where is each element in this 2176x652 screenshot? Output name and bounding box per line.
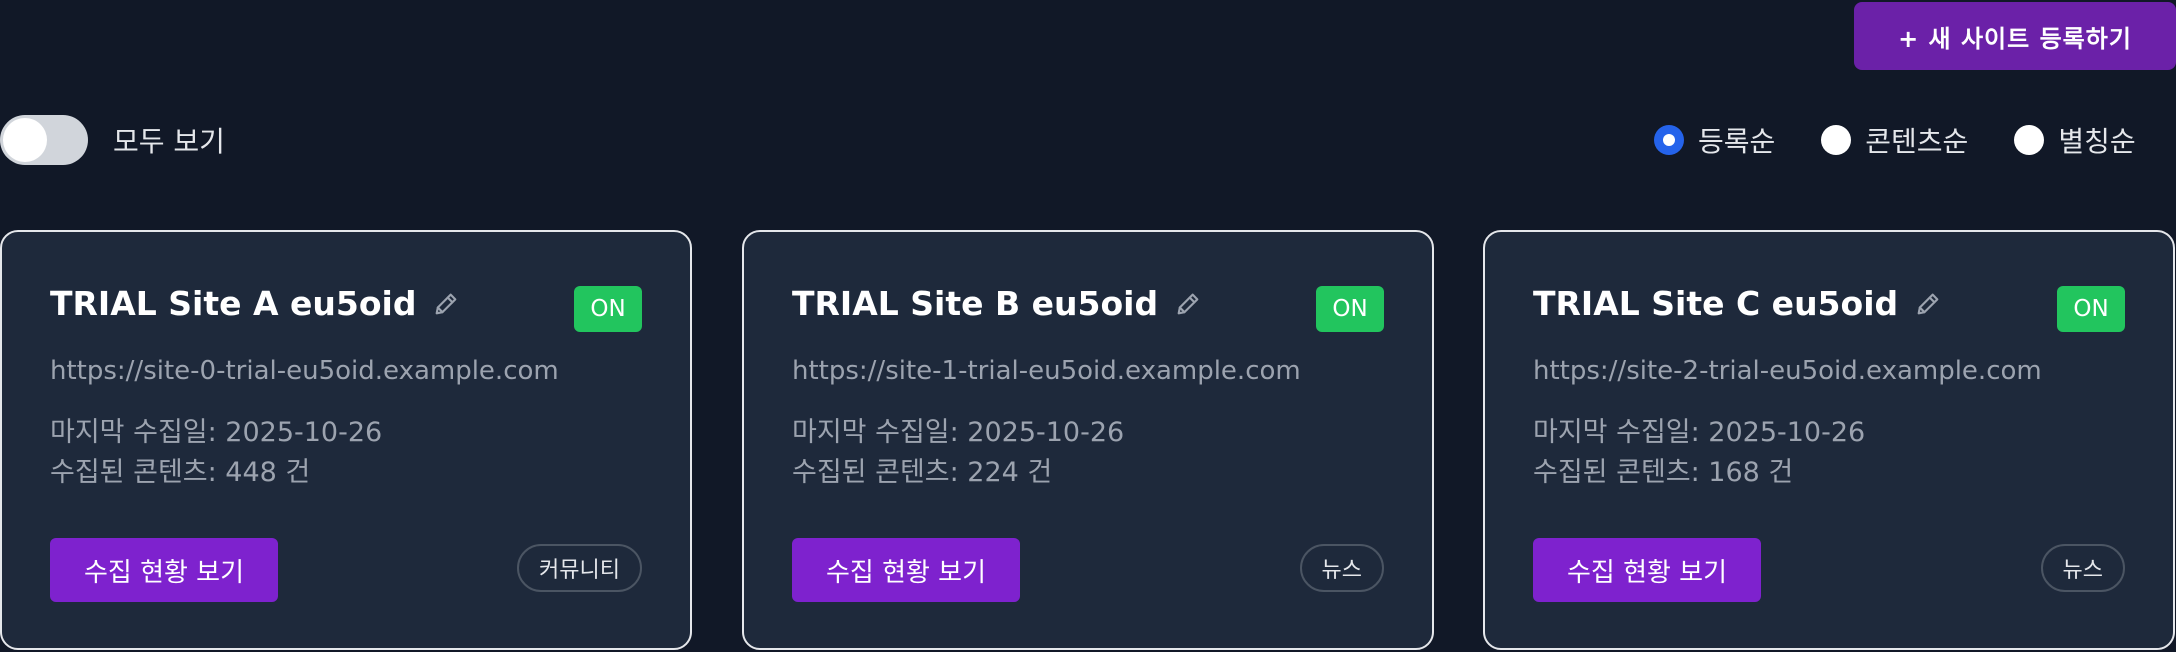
last-collected-date: 마지막 수집일: 2025-10-26 xyxy=(50,417,383,448)
category-tag: 뉴스 xyxy=(2040,544,2125,592)
last-collected-date: 마지막 수집일: 2025-10-26 xyxy=(1533,417,1866,448)
status-badge: ON xyxy=(2057,286,2125,332)
pencil-icon[interactable] xyxy=(432,290,460,318)
toggle-knob xyxy=(3,118,47,162)
category-tag: 커뮤니티 xyxy=(517,544,642,592)
collected-content-count: 수집된 콘텐츠: 448 건 xyxy=(50,457,311,488)
view-collection-status-button[interactable]: 수집 현황 보기 xyxy=(792,538,1020,602)
collected-content-count: 수집된 콘텐츠: 224 건 xyxy=(792,457,1053,488)
view-collection-status-button[interactable]: 수집 현황 보기 xyxy=(50,538,278,602)
category-tag: 뉴스 xyxy=(1299,544,1384,592)
site-name: TRIAL Site C eu5oid xyxy=(1533,284,1899,323)
show-all-filter: 모두 보기 xyxy=(0,115,225,165)
sort-option-registered[interactable]: 등록순 xyxy=(1654,120,1775,160)
site-url: https://site-2-trial-eu5oid.example.com xyxy=(1533,356,2042,386)
site-card-title-row: TRIAL Site C eu5oid xyxy=(1533,284,1942,323)
sort-option-alias[interactable]: 별칭순 xyxy=(2014,120,2136,160)
site-card: TRIAL Site B eu5oid ON https://site-1-tr… xyxy=(742,230,1434,650)
site-card-title-row: TRIAL Site A eu5oid xyxy=(50,284,460,323)
site-name: TRIAL Site B eu5oid xyxy=(792,284,1159,323)
collected-content-count: 수집된 콘텐츠: 168 건 xyxy=(1533,457,1794,488)
sort-label-registered: 등록순 xyxy=(1698,125,1776,158)
show-all-toggle[interactable] xyxy=(0,115,88,165)
status-badge: ON xyxy=(574,286,642,332)
site-card-title-row: TRIAL Site B eu5oid xyxy=(792,284,1202,323)
sort-radio-registered[interactable] xyxy=(1654,125,1684,155)
site-url: https://site-1-trial-eu5oid.example.com xyxy=(792,356,1301,386)
status-badge: ON xyxy=(1316,286,1384,332)
show-all-label: 모두 보기 xyxy=(113,125,225,158)
register-site-button[interactable]: + 새 사이트 등록하기 xyxy=(1854,2,2176,70)
sort-label-alias: 별칭순 xyxy=(2058,125,2136,158)
site-url: https://site-0-trial-eu5oid.example.com xyxy=(50,356,559,386)
view-collection-status-button[interactable]: 수집 현황 보기 xyxy=(1533,538,1761,602)
pencil-icon[interactable] xyxy=(1914,290,1942,318)
last-collected-date: 마지막 수집일: 2025-10-26 xyxy=(792,417,1125,448)
sort-radio-alias[interactable] xyxy=(2014,125,2045,155)
site-card: TRIAL Site C eu5oid ON https://site-2-tr… xyxy=(1483,230,2175,650)
sort-radio-content[interactable] xyxy=(1821,125,1852,155)
pencil-icon[interactable] xyxy=(1174,290,1202,318)
sort-option-content[interactable]: 콘텐츠순 xyxy=(1821,120,1968,160)
site-card: TRIAL Site A eu5oid ON https://site-0-tr… xyxy=(0,230,692,650)
sort-options: 등록순 콘텐츠순 별칭순 xyxy=(1654,120,2136,160)
sort-label-content: 콘텐츠순 xyxy=(1865,125,1969,158)
site-name: TRIAL Site A eu5oid xyxy=(50,284,417,323)
